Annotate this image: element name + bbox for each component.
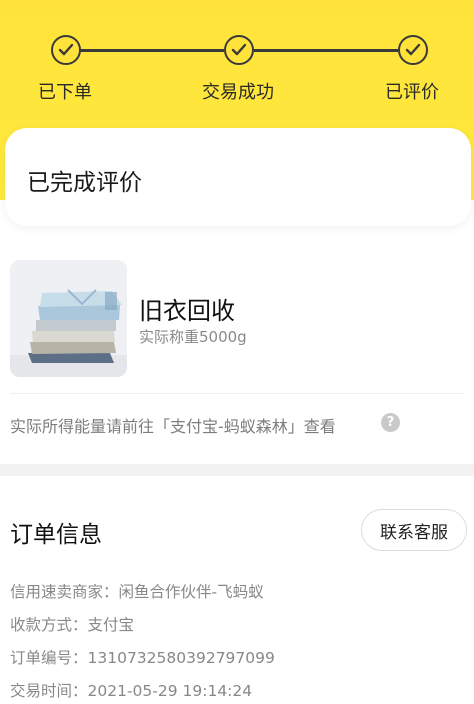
product-weight: 实际称重5000g <box>139 328 247 346</box>
product-title: 旧衣回收 <box>139 297 235 325</box>
status-card: 已完成评价 <box>5 128 471 226</box>
progress-line-1 <box>80 49 224 52</box>
order-info-trade-time: 交易时间：2021-05-29 19:14:24 <box>10 682 253 700</box>
help-icon[interactable]: ? <box>381 413 400 432</box>
order-info-merchant: 信用速卖商家：闲鱼合作伙伴-飞蚂蚁 <box>10 583 264 601</box>
step-2-label: 交易成功 <box>202 82 274 103</box>
step-1-check-icon <box>51 35 81 65</box>
step-2-check-icon <box>224 35 254 65</box>
step-3-label: 已评价 <box>385 82 439 103</box>
divider <box>10 393 464 394</box>
energy-note: 实际所得能量请前往「支付宝-蚂蚁森林」查看 <box>10 417 336 436</box>
progress-line-2 <box>254 49 398 52</box>
section-separator <box>0 464 474 476</box>
step-1-label: 已下单 <box>38 82 92 103</box>
order-info-title: 订单信息 <box>10 522 102 548</box>
status-text: 已完成评价 <box>27 170 142 196</box>
contact-support-button[interactable]: 联系客服 <box>361 509 467 551</box>
order-info-payment-method: 收款方式：支付宝 <box>10 616 135 634</box>
step-3-check-icon <box>398 35 428 65</box>
order-info-order-number: 订单编号：1310732580392797099 <box>10 649 275 667</box>
folded-clothes-image <box>10 260 127 377</box>
